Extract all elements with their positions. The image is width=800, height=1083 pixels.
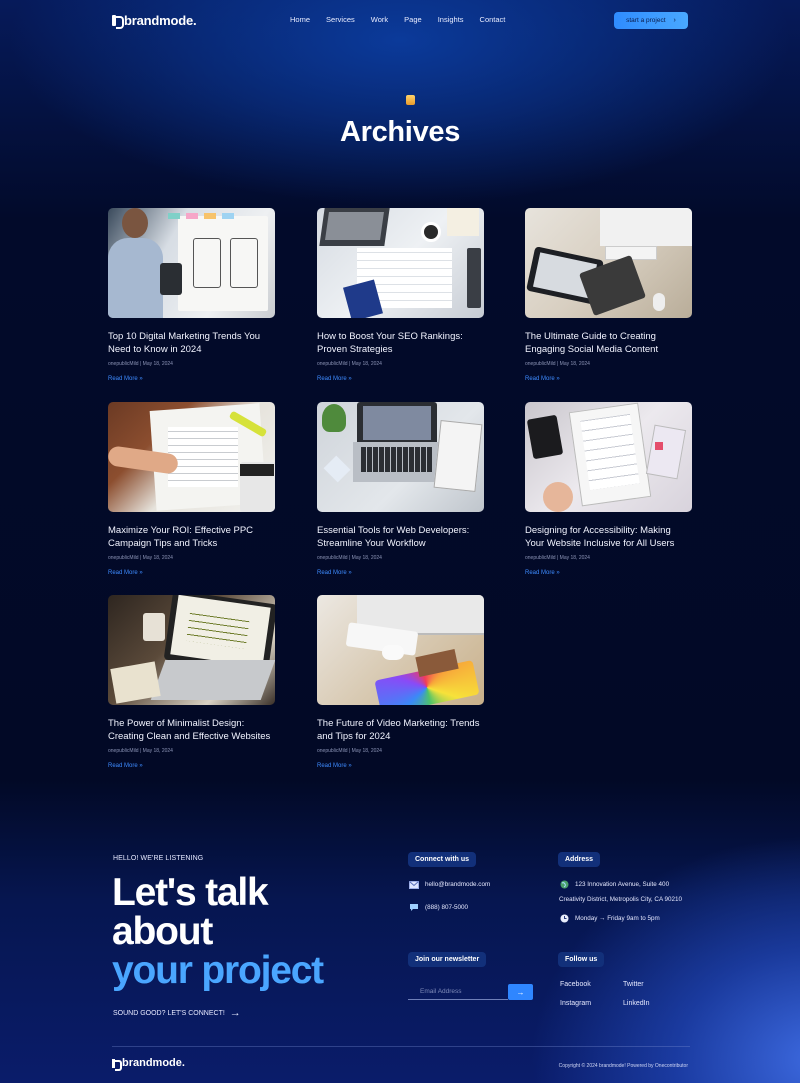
connect-heading: Connect with us [408, 852, 477, 867]
post-title[interactable]: Essential Tools for Web Developers: Stre… [317, 525, 484, 550]
nav-page[interactable]: Page [404, 15, 422, 24]
phone-text: (888) 807-5000 [425, 904, 469, 911]
post-title[interactable]: How to Boost Your SEO Rankings: Proven S… [317, 331, 484, 356]
email-contact[interactable]: hello@brandmode.com [409, 880, 490, 889]
read-more-link[interactable]: Read More » [108, 376, 275, 382]
post-thumbnail[interactable] [525, 402, 692, 512]
chat-bubble-icon [409, 903, 419, 912]
newsletter-email-input[interactable]: Email Address [408, 984, 508, 1000]
post-meta: onepublicMild | May 18, 2024 [108, 555, 173, 561]
post-meta: onepublicMild | May 18, 2024 [108, 361, 173, 367]
address-line1: 123 Innovation Avenue, Suite 400 [559, 880, 669, 889]
lets-talk-line1: Let's talk [112, 871, 269, 914]
post-thumbnail[interactable] [108, 595, 275, 705]
read-more-link[interactable]: Read More » [108, 570, 275, 576]
newsletter-heading: Join our newsletter [408, 952, 487, 967]
follow-heading: Follow us [558, 952, 605, 967]
post-thumbnail[interactable] [525, 208, 692, 318]
nav-contact[interactable]: Contact [480, 15, 506, 24]
business-hours: Monday → Friday 9am to 5pm [559, 914, 660, 923]
post-title[interactable]: Top 10 Digital Marketing Trends You Need… [108, 331, 275, 356]
mail-icon [409, 880, 419, 889]
post-card[interactable]: Designing for Accessibility: Making Your… [525, 402, 692, 576]
address-line2: Creativity District, Metropolis City, CA… [559, 896, 682, 903]
footer-divider [112, 1046, 690, 1047]
read-more-link[interactable]: Read More » [317, 376, 484, 382]
post-meta: onepublicMild | May 18, 2024 [525, 555, 590, 561]
post-meta: onepublicMild | May 18, 2024 [317, 555, 382, 561]
start-project-button[interactable]: start a project › [614, 12, 688, 29]
nav-work[interactable]: Work [371, 15, 388, 24]
connect-link[interactable]: SOUND GOOD? LET'S CONNECT! → [113, 1007, 241, 1019]
read-more-link[interactable]: Read More » [317, 763, 484, 769]
post-meta: onepublicMild | May 18, 2024 [317, 748, 382, 754]
arrow-right-icon: → [516, 987, 525, 997]
post-title[interactable]: The Future of Video Marketing: Trends an… [317, 718, 484, 743]
post-thumbnail[interactable] [108, 208, 275, 318]
social-twitter[interactable]: Twitter [623, 981, 644, 988]
social-instagram[interactable]: Instagram [560, 1000, 591, 1007]
post-thumbnail[interactable] [108, 402, 275, 512]
footer-logo[interactable]: brandmode. [112, 1057, 185, 1071]
nav-insights[interactable]: Insights [438, 15, 464, 24]
globe-icon [559, 880, 569, 889]
clock-icon [559, 914, 569, 923]
read-more-link[interactable]: Read More » [317, 570, 484, 576]
post-thumbnail[interactable] [317, 595, 484, 705]
post-meta: onepublicMild | May 18, 2024 [525, 361, 590, 367]
copyright-text: Copyright © 2024 brandmode! Powered by O… [558, 1063, 688, 1069]
nav-services[interactable]: Services [326, 15, 355, 24]
read-more-link[interactable]: Read More » [525, 376, 692, 382]
page-title: Archives [339, 116, 461, 148]
connect-label: SOUND GOOD? LET'S CONNECT! [113, 1009, 225, 1017]
arrow-right-icon: → [229, 1007, 241, 1019]
nav-home[interactable]: Home [290, 15, 310, 24]
logo-text: brandmode. [124, 13, 197, 28]
hello-label: HELLO! WE'RE LISTENING [113, 855, 204, 862]
post-card[interactable]: Top 10 Digital Marketing Trends You Need… [108, 208, 275, 382]
logo-mark-icon [112, 15, 124, 29]
address-line2-text: Creativity District, Metropolis City, CA… [559, 896, 683, 903]
start-project-label: start a project [626, 17, 666, 24]
lets-talk-line2: about [112, 910, 213, 953]
site-header: brandmode. Home Services Work Page Insig… [0, 0, 800, 42]
post-card[interactable]: The Future of Video Marketing: Trends an… [317, 595, 484, 769]
post-card[interactable]: Maximize Your ROI: Effective PPC Campaig… [108, 402, 275, 576]
post-thumbnail[interactable] [317, 402, 484, 512]
email-text: hello@brandmode.com [425, 881, 491, 888]
folder-icon [406, 95, 415, 105]
read-more-link[interactable]: Read More » [525, 570, 692, 576]
post-title[interactable]: Maximize Your ROI: Effective PPC Campaig… [108, 525, 275, 550]
lets-talk-heading: Let's talk about your project [112, 871, 324, 992]
post-title[interactable]: Designing for Accessibility: Making Your… [525, 525, 692, 550]
hours-text: Monday → Friday 9am to 5pm [575, 915, 660, 922]
lets-talk-line3: your project [112, 949, 324, 992]
phone-contact[interactable]: (888) 807-5000 [409, 903, 468, 912]
logo-mark-icon [112, 1058, 122, 1071]
address-line1-text: 123 Innovation Avenue, Suite 400 [575, 881, 670, 888]
social-facebook[interactable]: Facebook [560, 981, 591, 988]
post-title[interactable]: The Ultimate Guide to Creating Engaging … [525, 331, 692, 356]
post-card[interactable]: How to Boost Your SEO Rankings: Proven S… [317, 208, 484, 382]
main-nav: Home Services Work Page Insights Contact [290, 15, 521, 24]
post-meta: onepublicMild | May 18, 2024 [317, 361, 382, 367]
chevron-right-icon: › [673, 17, 676, 24]
post-card[interactable]: The Ultimate Guide to Creating Engaging … [525, 208, 692, 382]
newsletter-submit-button[interactable]: → [508, 984, 533, 1000]
address-heading: Address [558, 852, 601, 867]
social-linkedin[interactable]: LinkedIn [623, 1000, 649, 1007]
brand-logo[interactable]: brandmode. [112, 13, 197, 29]
post-meta: onepublicMild | May 18, 2024 [108, 748, 173, 754]
post-title[interactable]: The Power of Minimalist Design: Creating… [108, 718, 275, 743]
read-more-link[interactable]: Read More » [108, 763, 275, 769]
post-card[interactable]: Essential Tools for Web Developers: Stre… [317, 402, 484, 576]
post-thumbnail[interactable] [317, 208, 484, 318]
footer-logo-text: brandmode. [122, 1057, 185, 1069]
post-card[interactable]: The Power of Minimalist Design: Creating… [108, 595, 275, 769]
